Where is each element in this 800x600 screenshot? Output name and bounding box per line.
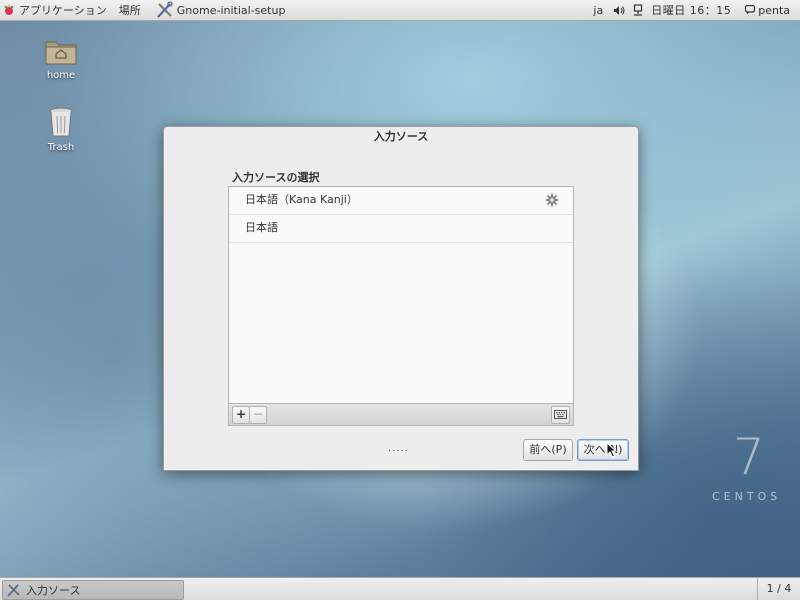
status-area: ja 日曜日 16：15 penta [593, 0, 800, 20]
window-title: Gnome-initial-setup [176, 3, 286, 17]
input-language-indicator[interactable]: ja [593, 4, 603, 17]
user-menu[interactable]: penta [745, 0, 790, 20]
mouse-cursor-icon [606, 442, 618, 458]
input-source-dialog: 入力ソース 入力ソースの選択 日本語（Kana Kanji） 日本語 + − .… [163, 126, 639, 471]
places-label: 場所 [118, 4, 141, 17]
clock[interactable]: 日曜日 16：15 [651, 2, 731, 18]
list-item-label: 日本語（Kana Kanji） [245, 193, 358, 206]
applications-menu[interactable]: アプリケーション [3, 0, 107, 20]
workspace-switcher[interactable]: 1 / 4 [757, 578, 800, 600]
add-source-button[interactable]: + [232, 406, 250, 424]
desktop-icon-trash[interactable]: Trash [31, 106, 91, 153]
applications-label: アプリケーション [19, 4, 107, 17]
tools-icon [7, 584, 20, 597]
desktop-icon-home[interactable]: home [31, 36, 91, 81]
input-source-list: 日本語（Kana Kanji） 日本語 + − [228, 186, 574, 426]
remove-source-button[interactable]: − [249, 406, 267, 424]
gnome-foot-icon [4, 4, 14, 15]
network-icon[interactable] [633, 4, 643, 16]
tools-icon [156, 1, 173, 18]
volume-icon[interactable] [613, 5, 625, 16]
folder-home-icon [45, 41, 77, 65]
dialog-title: 入力ソース [373, 130, 429, 143]
list-toolbar: + − [229, 403, 573, 425]
top-panel: アプリケーション 場所 Gnome-initial-setup ja 日曜日 1… [0, 0, 800, 21]
desktop-icon-label: Trash [47, 142, 75, 153]
centos-watermark-text: CENTOS [712, 490, 782, 503]
gear-icon[interactable] [545, 193, 559, 207]
chat-status-icon [745, 5, 756, 15]
places-menu[interactable]: 場所 [119, 0, 141, 20]
section-label: 入力ソースの選択 [232, 171, 320, 184]
window-list-item[interactable]: Gnome-initial-setup [155, 0, 286, 20]
next-button[interactable]: 次へ(N) [577, 439, 629, 461]
keyboard-layout-button[interactable] [551, 406, 570, 424]
bottom-panel: 入力ソース 1 / 4 [0, 577, 800, 600]
taskbar-window-item[interactable]: 入力ソース [2, 580, 184, 600]
list-item-label: 日本語 [245, 221, 278, 234]
centos-watermark-number: 7 [733, 428, 765, 486]
user-name: penta [758, 3, 790, 17]
list-item[interactable]: 日本語 [229, 215, 573, 243]
list-item[interactable]: 日本語（Kana Kanji） [229, 187, 573, 215]
desktop-icon-label: home [46, 70, 76, 81]
page-indicator: ..... [388, 443, 409, 454]
taskbar-window-label: 入力ソース [26, 584, 81, 597]
trash-icon [49, 107, 73, 137]
prev-button[interactable]: 前へ(P) [523, 439, 573, 461]
keyboard-icon [554, 410, 567, 419]
